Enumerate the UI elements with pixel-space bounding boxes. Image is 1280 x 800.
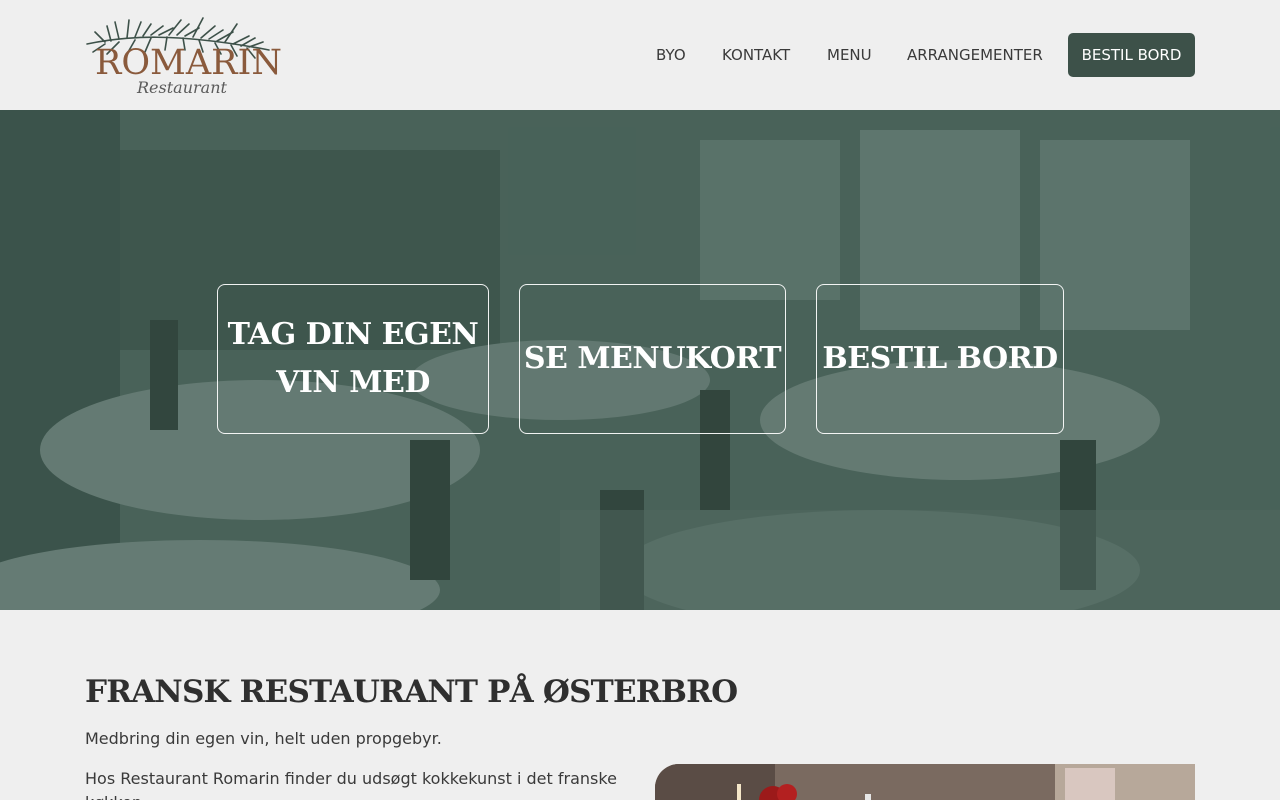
logo-subtitle: Restaurant	[137, 78, 227, 97]
restaurant-logo[interactable]: ROMARIN Restaurant	[85, 14, 282, 98]
book-table-card-label: BESTIL BORD	[822, 341, 1058, 376]
body-text: Hos Restaurant Romarin finder du udsøgt …	[85, 769, 617, 800]
restaurant-table-photo	[655, 764, 1195, 800]
intro-text: Medbring din egen vin, helt uden propgeb…	[85, 729, 442, 748]
logo-wordmark: ROMARIN	[95, 43, 282, 83]
site-header: ROMARIN Restaurant BYO KONTAKT MENU ARRA…	[0, 0, 1280, 110]
table-setting-image	[655, 764, 1195, 800]
nav-arrangementer[interactable]: ARRANGEMENTER	[907, 33, 1043, 77]
menu-card[interactable]: SE MENUKORT	[519, 284, 786, 434]
byo-wine-line1: TAG DIN EGEN	[227, 317, 479, 352]
book-table-button[interactable]: BESTIL BORD	[1068, 33, 1195, 77]
byo-wine-card[interactable]: TAG DIN EGEN VIN MED	[217, 284, 489, 434]
byo-wine-line2: VIN MED	[276, 365, 430, 400]
nav-menu[interactable]: MENU	[827, 33, 872, 77]
menu-card-label: SE MENUKORT	[523, 341, 782, 376]
byo-wine-card-label: TAG DIN EGEN VIN MED	[228, 311, 479, 407]
nav-byo[interactable]: BYO	[656, 33, 686, 77]
hero-section: TAG DIN EGEN VIN MED SE MENUKORT BESTIL …	[0, 110, 1280, 610]
section-title: FRANSK RESTAURANT PÅ ØSTERBRO	[85, 674, 738, 710]
nav-kontakt[interactable]: KONTAKT	[722, 33, 790, 77]
book-table-card[interactable]: BESTIL BORD	[816, 284, 1064, 434]
